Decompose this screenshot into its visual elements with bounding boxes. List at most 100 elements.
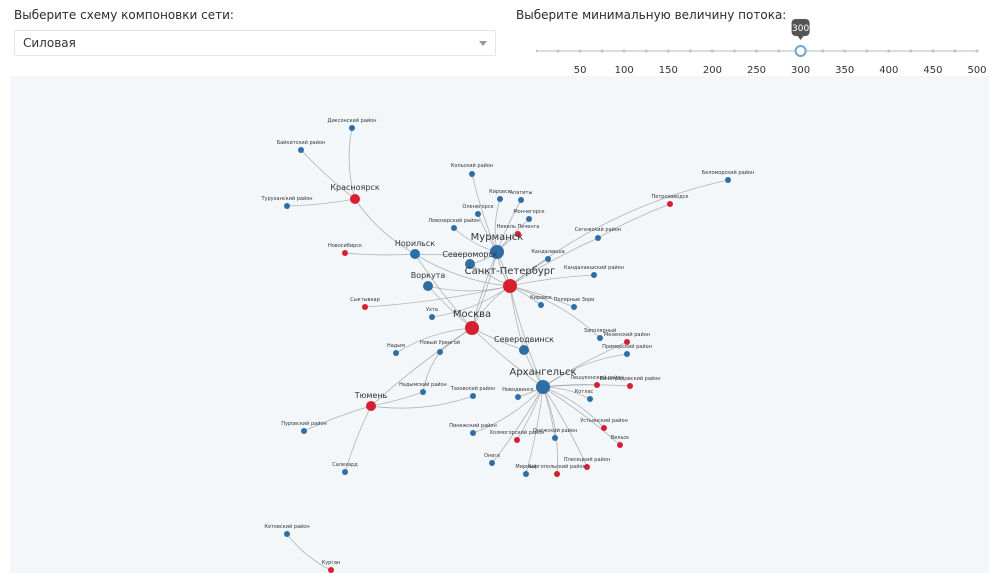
graph-node-marker[interactable] <box>554 471 560 477</box>
graph-node-marker[interactable] <box>284 531 290 537</box>
graph-node-marker[interactable] <box>518 197 524 203</box>
graph-node-marker[interactable] <box>497 196 503 202</box>
graph-node-kandal_r[interactable]: Кандалакшский район <box>564 264 624 278</box>
graph-node-norilsk[interactable]: Норильск <box>395 239 435 259</box>
slider-handle[interactable] <box>794 45 807 57</box>
graph-node-marker[interactable] <box>470 393 476 399</box>
graph-node-monchegorsk[interactable]: Мончегорск <box>513 209 545 222</box>
graph-node-label: Москва <box>453 309 491 320</box>
graph-node-dikson[interactable]: Диксонский район <box>328 117 377 131</box>
graph-node-urengoy[interactable]: Новый Уренгой <box>420 339 460 355</box>
graph-node-tyumen[interactable]: Тюмень <box>354 391 388 411</box>
graph-node-tazovsky[interactable]: Тазовский район <box>450 385 495 399</box>
graph-node-marker[interactable] <box>591 272 597 278</box>
graph-node-severodvinsk[interactable]: Северодвинск <box>494 335 554 355</box>
graph-node-ukhta[interactable]: Ухта <box>426 307 438 320</box>
network-graph-area[interactable]: Диксонский район Байкитский район Краснояр… <box>10 76 989 573</box>
graph-node-marker[interactable] <box>519 345 529 355</box>
graph-node-marker[interactable] <box>451 225 457 231</box>
graph-node-krasnoyarsk[interactable]: Красноярск <box>330 183 380 204</box>
graph-node-baykit[interactable]: Байкитский район <box>277 139 326 153</box>
graph-node-velsk[interactable]: Вельск <box>611 435 629 448</box>
graph-node-mezen[interactable]: Мезенский район <box>604 331 650 345</box>
graph-node-nadym_r[interactable]: Надымский район <box>399 381 447 395</box>
graph-node-marker[interactable] <box>514 437 520 443</box>
graph-node-marker[interactable] <box>601 425 607 431</box>
graph-node-kurgan_r[interactable]: Кетовский район <box>264 523 310 537</box>
slider-step-dot <box>975 49 979 53</box>
graph-node-marker[interactable] <box>410 249 420 259</box>
graph-node-spb[interactable]: Санкт-Петербург <box>465 266 556 293</box>
graph-node-marker[interactable] <box>301 428 307 434</box>
graph-node-marker[interactable] <box>725 177 731 183</box>
graph-node-apatity[interactable]: Апатиты <box>510 190 533 203</box>
graph-node-marker[interactable] <box>362 304 368 310</box>
graph-node-marker[interactable] <box>624 351 630 357</box>
graph-node-marker[interactable] <box>420 389 426 395</box>
graph-node-label: Вельск <box>611 435 629 441</box>
graph-node-belomorsk[interactable]: Беломорский район <box>702 169 754 183</box>
flow-slider[interactable]: 50 100 150 200 250 300 350 400 450 500 300 <box>536 0 989 76</box>
graph-node-marker[interactable] <box>552 435 558 441</box>
graph-node-marker[interactable] <box>284 203 290 209</box>
graph-node-marker[interactable] <box>587 396 593 402</box>
graph-node-marker[interactable] <box>594 382 600 388</box>
graph-node-ustyansky[interactable]: Устьянский район <box>580 417 628 431</box>
graph-node-kotlas[interactable]: Котлас <box>575 389 594 402</box>
graph-nodes[interactable]: Диксонский район Байкитский район Краснояр… <box>260 117 754 573</box>
graph-node-onega[interactable]: Онега <box>484 453 500 466</box>
graph-node-olenegorsk[interactable]: Оленегорск <box>462 204 494 217</box>
graph-node-segezha[interactable]: Сегежский район <box>575 226 621 241</box>
graph-node-polyarnye[interactable]: Полярные Зори <box>554 297 595 310</box>
graph-node-marker[interactable] <box>536 380 550 394</box>
graph-node-syktyvkar[interactable]: Сыктывкар <box>350 297 380 310</box>
graph-node-marker[interactable] <box>595 235 601 241</box>
graph-node-marker[interactable] <box>423 281 433 291</box>
graph-node-vorkuta[interactable]: Воркута <box>411 271 446 291</box>
graph-node-marker[interactable] <box>298 147 304 153</box>
graph-node-marker[interactable] <box>349 125 355 131</box>
slider-step-dot <box>578 49 582 53</box>
graph-node-marker[interactable] <box>465 321 479 335</box>
graph-node-kandalaksha[interactable]: Кандалакша <box>531 249 565 262</box>
graph-node-salekhard[interactable]: Салехард <box>332 462 358 475</box>
graph-node-label: Никель Печенга <box>497 224 540 230</box>
graph-node-label: Ухта <box>426 307 438 313</box>
graph-node-marker[interactable] <box>538 302 544 308</box>
graph-node-purovsky[interactable]: Пуровский район <box>281 420 327 434</box>
network-graph[interactable]: Диксонский район Байкитский район Краснояр… <box>10 76 989 573</box>
graph-node-marker[interactable] <box>437 349 443 355</box>
graph-node-vinogradov[interactable]: Виноградовский район <box>599 375 661 389</box>
graph-node-marker[interactable] <box>469 171 475 177</box>
graph-node-moscow[interactable]: Москва <box>453 309 491 335</box>
graph-node-marker[interactable] <box>350 194 360 204</box>
flow-slider-svg[interactable]: 50 100 150 200 250 300 350 400 450 500 300 <box>536 0 989 76</box>
graph-node-marker[interactable] <box>342 469 348 475</box>
graph-node-marker[interactable] <box>342 250 348 256</box>
graph-node-marker[interactable] <box>526 216 532 222</box>
graph-node-marker[interactable] <box>627 383 633 389</box>
graph-node-marker[interactable] <box>503 279 517 293</box>
graph-node-kirovsk[interactable]: Кировск <box>489 189 511 202</box>
graph-node-label: Полярные Зори <box>554 297 595 303</box>
graph-node-lovozero[interactable]: Ловозерский район <box>428 217 480 231</box>
graph-node-mirny[interactable]: Мирный <box>515 463 537 477</box>
graph-node-marker[interactable] <box>393 350 399 356</box>
graph-node-marker[interactable] <box>470 430 476 436</box>
graph-node-marker[interactable] <box>429 314 435 320</box>
graph-node-marker[interactable] <box>366 401 376 411</box>
graph-node-marker[interactable] <box>571 304 577 310</box>
graph-node-turukhansk[interactable]: Туруханский район <box>260 195 313 209</box>
graph-node-marker[interactable] <box>667 201 673 207</box>
graph-node-marker[interactable] <box>545 256 551 262</box>
graph-node-marker[interactable] <box>515 394 521 400</box>
graph-node-kola[interactable]: Кольский район <box>451 162 493 177</box>
graph-node-marker[interactable] <box>489 460 495 466</box>
graph-node-marker[interactable] <box>523 471 529 477</box>
graph-node-marker[interactable] <box>475 211 481 217</box>
graph-node-marker[interactable] <box>597 335 603 341</box>
graph-node-marker[interactable] <box>328 567 334 573</box>
layout-dropdown[interactable]: Силовая <box>14 30 496 56</box>
graph-node-marker[interactable] <box>617 442 623 448</box>
chevron-down-icon[interactable] <box>479 41 487 46</box>
